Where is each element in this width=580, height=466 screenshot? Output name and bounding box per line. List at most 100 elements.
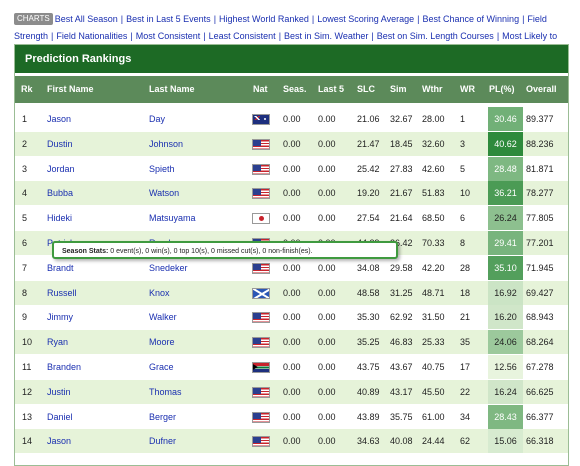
table-row[interactable]: 3 Jordan Spieth 0.00 0.00 25.42 27.83 42.60 5 81.…	[15, 156, 568, 181]
cell-last-name[interactable]: Walker	[149, 305, 177, 329]
cell-sim: 18.45	[390, 138, 413, 149]
table-row[interactable]: 8 Russell Knox 0.00 0.00 48.58 31.25 48.71 18 69.…	[15, 280, 568, 305]
cell-rank: 13	[22, 411, 33, 422]
cell-world-rank: 8	[460, 238, 466, 248]
cell-world-rank: 3	[460, 138, 466, 149]
cell-slc: 35.30	[357, 312, 380, 323]
cell-sim: 31.25	[390, 287, 413, 298]
nav-link-most-consistent[interactable]: Most Consistent	[136, 31, 201, 41]
table-row[interactable]: 9 Jimmy Walker 0.00 0.00 35.30 62.92 31.50 21 68.…	[15, 305, 568, 330]
cell-last-name[interactable]: Moore	[149, 330, 175, 354]
cell-first-name[interactable]: Daniel	[47, 405, 73, 429]
cell-world-rank: 18	[460, 287, 471, 298]
cell-last-name[interactable]: Day	[149, 107, 165, 131]
nav-link-lowest-scoring-average[interactable]: Lowest Scoring Average	[317, 14, 414, 24]
cell-season: 0.00	[283, 114, 301, 124]
cell-last-name[interactable]: Berger	[149, 405, 176, 429]
nav-link-least-consistent[interactable]: Least Consistent	[209, 31, 276, 41]
col-header-last5[interactable]: Last 5	[318, 76, 344, 103]
cell-world-rank: 22	[460, 386, 471, 397]
cell-overall: 69.427	[526, 287, 554, 298]
table-row[interactable]: 10 Ryan Moore 0.00 0.00 35.25 46.83 25.33 35 68.2…	[15, 330, 568, 355]
table-row[interactable]: 5 Hideki Matsuyama 0.00 0.00 27.54 21.64 68.50 6…	[15, 206, 568, 231]
col-header-world-rank[interactable]: WR	[460, 76, 475, 103]
cell-last-name[interactable]: Spieth	[149, 157, 175, 181]
col-header-last-name[interactable]: Last Name	[149, 76, 195, 103]
nav-link-best-all-season[interactable]: Best All Season	[55, 14, 118, 24]
col-header-season[interactable]: Seas.	[283, 76, 307, 103]
cell-last-name[interactable]: Watson	[149, 181, 179, 205]
cell-first-name[interactable]: Jason	[47, 429, 71, 453]
col-header-nat[interactable]: Nat	[253, 76, 268, 103]
col-header-first-name[interactable]: First Name	[47, 76, 94, 103]
cell-rank: 2	[22, 138, 28, 149]
cell-pl-percent: 28.48	[488, 156, 523, 181]
col-header-pl[interactable]: PL(%)	[489, 76, 515, 103]
cell-season: 0.00	[283, 411, 301, 422]
cell-first-name[interactable]: Ryan	[47, 330, 68, 354]
cell-weather: 68.50	[422, 213, 445, 224]
cell-rank: 14	[22, 436, 33, 447]
cell-overall: 77.805	[526, 213, 554, 224]
cell-overall: 66.625	[526, 386, 554, 397]
nav-link-best-sim-weather[interactable]: Best in Sim. Weather	[284, 31, 368, 41]
table-row[interactable]: 13 Daniel Berger 0.00 0.00 43.89 35.75 61.00 34 6…	[15, 404, 568, 429]
cell-season: 0.00	[283, 386, 301, 397]
cell-slc: 21.47	[357, 138, 380, 149]
tooltip-label: Season Stats:	[62, 248, 109, 255]
cell-last-name[interactable]: Thomas	[149, 380, 182, 404]
cell-last5: 0.00	[318, 287, 336, 298]
table-row[interactable]: 1 Jason Day 0.00 0.00 21.06 32.67 28.00 1 89.377 3…	[15, 107, 568, 131]
cell-first-name[interactable]: Jimmy	[47, 305, 73, 329]
col-header-weather[interactable]: Wthr	[422, 76, 443, 103]
cell-first-name[interactable]: Hideki	[47, 206, 72, 230]
cell-pl-percent: 28.43	[488, 404, 523, 429]
cell-last-name[interactable]: Knox	[149, 281, 170, 305]
cell-first-name[interactable]: Branden	[47, 355, 81, 379]
cell-overall: 78.277	[526, 188, 554, 199]
cell-weather: 28.00	[422, 114, 445, 124]
cell-sim: 21.64	[390, 213, 413, 224]
cell-last-name[interactable]: Grace	[149, 355, 174, 379]
table-row[interactable]: 14 Jason Dufner 0.00 0.00 34.63 40.08 24.44 62 66…	[15, 429, 568, 454]
cell-season: 0.00	[283, 362, 301, 372]
cell-weather: 32.60	[422, 138, 445, 149]
table-row[interactable]: 11 Branden Grace 0.00 0.00 43.75 43.67 40.75 17 6…	[15, 355, 568, 379]
nav-link-highest-world-ranked[interactable]: Highest World Ranked	[219, 14, 309, 24]
cell-rank: 1	[22, 114, 28, 124]
col-header-slc[interactable]: SLC	[357, 76, 375, 103]
cell-last5: 0.00	[318, 362, 336, 372]
cell-rank: 10	[22, 337, 33, 348]
nav-link-field-nationalities[interactable]: Field Nationalities	[56, 31, 127, 41]
nav-link-best-sim-length[interactable]: Best on Sim. Length Courses	[377, 31, 494, 41]
col-header-rank[interactable]: Rk	[21, 76, 33, 103]
cell-first-name[interactable]: Jordan	[47, 157, 75, 181]
cell-overall: 67.278	[526, 362, 554, 372]
cell-last5: 0.00	[318, 386, 336, 397]
col-header-overall[interactable]: Overall	[526, 76, 557, 103]
cell-last-name[interactable]: Johnson	[149, 132, 183, 156]
flag-us-icon	[252, 262, 270, 274]
cell-last-name[interactable]: Dufner	[149, 429, 176, 453]
table-row[interactable]: 4 Bubba Watson 0.00 0.00 19.20 21.67 51.83 10 78.…	[15, 181, 568, 206]
flag-us-icon	[252, 337, 270, 349]
cell-slc: 21.06	[357, 114, 380, 124]
cell-overall: 68.943	[526, 312, 554, 323]
cell-first-name[interactable]: Bubba	[47, 181, 73, 205]
table-row[interactable]: 12 Justin Thomas 0.00 0.00 40.89 43.17 45.50 22 6…	[15, 379, 568, 404]
cell-first-name[interactable]: Justin	[47, 380, 71, 404]
cell-world-rank: 62	[460, 436, 471, 447]
cell-world-rank: 6	[460, 213, 466, 224]
cell-pl-percent: 36.21	[488, 181, 523, 206]
table-row[interactable]: 2 Dustin Johnson 0.00 0.00 21.47 18.45 32.60 3 88…	[15, 131, 568, 156]
cell-rank: 7	[22, 262, 28, 273]
col-header-sim[interactable]: Sim	[390, 76, 407, 103]
cell-weather: 51.83	[422, 188, 445, 199]
cell-first-name[interactable]: Dustin	[47, 132, 73, 156]
nav-link-best-chance-winning[interactable]: Best Chance of Winning	[423, 14, 520, 24]
cell-first-name[interactable]: Jason	[47, 107, 71, 131]
cell-last-name[interactable]: Matsuyama	[149, 206, 196, 230]
nav-link-best-last-5[interactable]: Best in Last 5 Events	[126, 14, 211, 24]
flag-au-icon	[252, 114, 270, 125]
cell-first-name[interactable]: Russell	[47, 281, 77, 305]
